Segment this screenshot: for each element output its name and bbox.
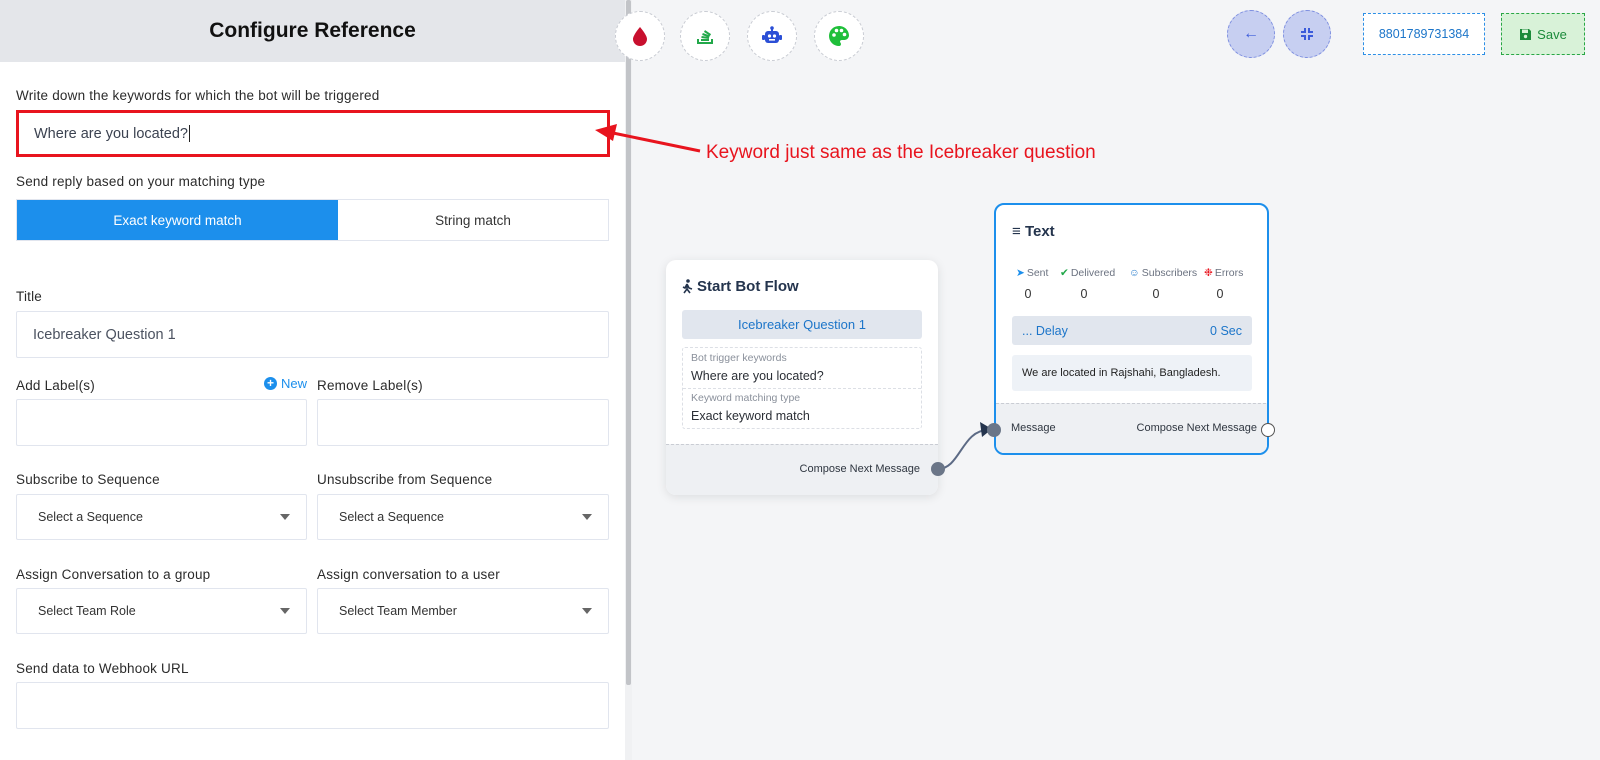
stat-sent-label: Sent <box>1026 267 1049 279</box>
message-preview: We are located in Rajshahi, Bangladesh. <box>1012 355 1252 391</box>
start-bot-flow-node[interactable]: Start Bot Flow Icebreaker Question 1 Bot… <box>666 260 938 495</box>
stat-subscribers: ☺ Subscribers <box>1129 267 1197 279</box>
stat-errors-label: Errors <box>1214 267 1244 279</box>
text-input-port[interactable] <box>987 423 1001 437</box>
trigger-keywords-label: Bot trigger keywords <box>691 352 787 364</box>
annotation-text: Keyword just same as the Icebreaker ques… <box>706 142 1096 163</box>
reference-pill: Icebreaker Question 1 <box>682 310 922 339</box>
text-node-footer: Message Compose Next Message <box>996 403 1267 453</box>
matching-type-summary-value: Exact keyword match <box>691 409 810 423</box>
bug-icon: ❉ <box>1204 267 1213 279</box>
stat-sent: ➤ Sent <box>1016 267 1048 279</box>
list-icon: ≡ <box>1012 223 1021 240</box>
text-message-node[interactable]: ≡ Text ➤ Sent ✔ Delivered ☺ Subscribers ❉ Er… <box>994 203 1269 455</box>
start-output-port[interactable] <box>931 462 945 476</box>
stat-delivered: ✔ Delivered <box>1060 267 1115 279</box>
stat-errors: ❉ Errors <box>1204 267 1243 279</box>
trigger-keywords-value: Where are you located? <box>691 369 824 383</box>
paper-plane-icon: ➤ <box>1016 267 1025 279</box>
check-circle-icon: ✔ <box>1060 267 1069 279</box>
text-node-title: ≡ Text <box>1012 223 1055 240</box>
stat-subscribers-value: 0 <box>1152 287 1160 301</box>
stat-errors-value: 0 <box>1216 287 1224 301</box>
delay-label: ... Delay <box>1022 323 1068 338</box>
stat-delivered-label: Delivered <box>1070 267 1116 279</box>
start-node-footer: Compose Next Message <box>666 444 938 495</box>
stat-delivered-value: 0 <box>1080 287 1088 301</box>
start-node-title-text: Start Bot Flow <box>697 278 799 295</box>
user-circle-icon: ☺ <box>1129 267 1140 279</box>
text-output-port[interactable] <box>1261 423 1275 437</box>
delay-bar: ... Delay 0 Sec <box>1012 316 1252 345</box>
text-output-label: Compose Next Message <box>1136 422 1257 434</box>
keyword-summary: Bot trigger keywords Where are you locat… <box>682 347 922 429</box>
stat-subscribers-label: Subscribers <box>1141 267 1198 279</box>
text-node-title-text: Text <box>1024 223 1055 240</box>
start-output-label: Compose Next Message <box>799 463 920 475</box>
divider <box>683 388 921 389</box>
walking-person-icon <box>682 279 693 294</box>
stat-sent-value: 0 <box>1024 287 1032 301</box>
delay-value: 0 Sec <box>1210 323 1242 338</box>
text-input-label: Message <box>1011 422 1056 434</box>
matching-type-summary-label: Keyword matching type <box>691 392 801 404</box>
start-node-title: Start Bot Flow <box>682 278 799 295</box>
